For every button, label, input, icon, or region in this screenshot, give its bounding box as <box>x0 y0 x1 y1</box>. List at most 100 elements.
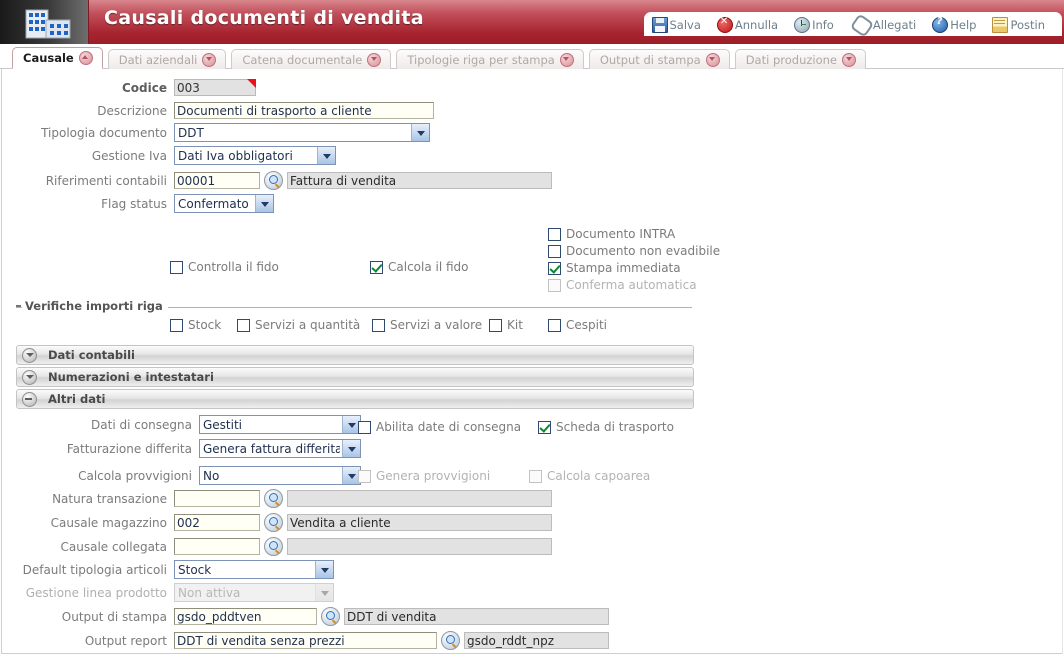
checkbox-documento-non-evadibile[interactable]: Documento non evadibile <box>548 244 720 258</box>
codice-input[interactable] <box>174 79 256 96</box>
checkbox-scheda-di-trasporto[interactable]: Scheda di trasporto <box>538 420 674 434</box>
magnifier-icon[interactable] <box>441 631 460 650</box>
gestione-iva-wrapper: Dati Iva obbligatori <box>174 146 336 165</box>
magnifier-icon[interactable] <box>264 171 283 190</box>
section-header-dati-contabili[interactable]: Dati contabili <box>16 345 694 365</box>
natura-transazione-description <box>287 490 552 507</box>
checkbox-stampa-immediata[interactable]: Stampa immediata <box>548 261 681 275</box>
magnifier-icon[interactable] <box>264 513 283 532</box>
checkbox-verifica-cespiti[interactable]: Cespiti <box>548 318 607 332</box>
label-fatturazione-differita: Fatturazione differita <box>66 441 192 456</box>
calcola-provvigioni-wrapper: No <box>199 466 361 485</box>
gestione-iva-select[interactable]: Dati Iva obbligatori <box>174 146 336 165</box>
field-row-gestione-iva: Gestione Iva Dati Iva obbligatori <box>2 145 336 166</box>
tab-bar: Causale Dati aziendali Catena documental… <box>0 44 1064 69</box>
checkbox-label-calcola-capoarea: Calcola capoarea <box>547 469 651 483</box>
causale-magazzino-description <box>287 514 552 531</box>
checkbox-label-conferma-automatica: Conferma automatica <box>566 278 697 292</box>
label-gestione-linea-prodotto: Gestione linea prodotto <box>25 585 167 600</box>
checkbox-abilita-date-di-consegna[interactable]: Abilita date di consegna <box>358 420 521 434</box>
tab-catena-documentale[interactable]: Catena documentale <box>231 49 392 69</box>
chevron-down-icon <box>22 347 37 363</box>
checkbox-box <box>548 244 561 258</box>
causale-collegata-description <box>287 538 552 555</box>
tab-tipologie-riga-per-stampa[interactable]: Tipologie riga per stampa <box>396 49 584 69</box>
toolbar-label-help: Help <box>950 18 977 32</box>
checkbox-label-servizi-a-quantita: Servizi a quantità <box>255 318 361 332</box>
toolbar-button-salva[interactable]: Salva <box>651 17 708 33</box>
field-row-dati-di-consegna: Dati di consegna Gestiti <box>2 414 361 435</box>
causale-collegata-code-input[interactable] <box>174 538 260 555</box>
label-riferimenti-contabili: Riferimenti contabili <box>45 173 167 188</box>
chevron-up-icon <box>78 51 93 65</box>
field-row-riferimenti-contabili: Riferimenti contabili <box>2 170 552 191</box>
default-tipologia-wrapper: Stock <box>174 560 334 579</box>
tab-dati-produzione[interactable]: Dati produzione <box>734 49 866 69</box>
field-row-causale-magazzino: Causale magazzino <box>2 512 552 533</box>
toolbar-button-info[interactable]: Info <box>794 17 841 33</box>
magnifier-icon[interactable] <box>264 537 283 556</box>
magnifier-icon[interactable] <box>321 607 340 626</box>
natura-transazione-code-input[interactable] <box>174 490 260 507</box>
calcola-provvigioni-select[interactable]: No <box>199 466 361 485</box>
checkbox-box <box>358 420 371 434</box>
tab-causale[interactable]: Causale <box>12 47 103 69</box>
collapse-minus-icon[interactable] <box>16 305 21 307</box>
checkbox-calcola-capoarea: Calcola capoarea <box>529 469 650 483</box>
output-di-stampa-code-input[interactable] <box>174 608 317 625</box>
label-output-di-stampa: Output di stampa <box>61 609 167 624</box>
gestione-linea-wrapper: Non attiva <box>174 583 334 602</box>
checkbox-verifica-kit[interactable]: Kit <box>489 318 523 332</box>
dati-di-consegna-select[interactable]: Gestiti <box>199 415 361 434</box>
tipologia-documento-select[interactable]: DDT <box>174 123 430 142</box>
output-report-code-input[interactable] <box>174 632 437 649</box>
checkbox-calcola-il-fido[interactable]: Calcola il fido <box>370 260 469 274</box>
checkbox-label-genera-provvigioni: Genera provvigioni <box>376 469 491 483</box>
tab-label-dati-produzione: Dati produzione <box>745 52 837 67</box>
checkbox-box <box>170 260 183 274</box>
field-row-descrizione: Descrizione <box>2 100 434 121</box>
flag-status-select[interactable]: Confermato <box>174 194 274 213</box>
toolbar-label-salva: Salva <box>669 18 701 32</box>
red-cancel-icon <box>716 16 733 33</box>
toolbar-button-allegati[interactable]: Allegati <box>849 12 923 38</box>
chevron-down-icon <box>202 52 217 67</box>
checkbox-verifica-stock[interactable]: Stock <box>170 318 221 332</box>
checkbox-box <box>529 469 542 483</box>
checkbox-box <box>548 227 561 241</box>
tab-output-di-stampa[interactable]: Output di stampa <box>588 49 730 69</box>
fatturazione-differita-select[interactable]: Genera fattura differita <box>199 439 361 458</box>
section-header-altri-dati[interactable]: Altri dati <box>16 389 694 409</box>
checkbox-verifica-servizi-a-valore[interactable]: Servizi a valore <box>372 318 482 332</box>
default-tipologia-select[interactable]: Stock <box>174 560 334 579</box>
checkbox-verifica-servizi-a-quantita[interactable]: Servizi a quantità <box>237 318 360 332</box>
field-row-tipologia-documento: Tipologia documento DDT <box>2 122 430 143</box>
checkbox-label-documento-intra: Documento INTRA <box>566 227 676 241</box>
toolbar-label-allegati: Allegati <box>872 18 917 32</box>
riferimenti-contabili-code-input[interactable] <box>174 172 260 189</box>
label-flag-status: Flag status <box>101 196 167 211</box>
checkbox-box <box>538 420 551 434</box>
label-descrizione: Descrizione <box>97 103 167 118</box>
info-clock-icon <box>794 17 811 33</box>
checkbox-documento-intra[interactable]: Documento INTRA <box>548 227 675 241</box>
checkbox-genera-provvigioni: Genera provvigioni <box>358 469 490 483</box>
field-row-output-report: Output report <box>2 630 609 651</box>
checkbox-box <box>170 318 183 332</box>
checkbox-controlla-il-fido[interactable]: Controlla il fido <box>170 260 279 274</box>
section-header-numerazioni-e-intestatari[interactable]: Numerazioni e intestatari <box>16 367 694 387</box>
descrizione-input[interactable] <box>174 102 434 119</box>
causale-magazzino-code-input[interactable] <box>174 514 260 531</box>
chevron-down-icon <box>22 369 37 385</box>
checkbox-box <box>372 318 385 332</box>
toolbar-button-annulla[interactable]: Annulla <box>716 16 785 33</box>
checkbox-label-kit: Kit <box>507 318 523 332</box>
toolbar-button-help[interactable]: Help <box>932 16 983 33</box>
toolbar-button-postin[interactable]: Postin <box>992 17 1052 33</box>
field-row-causale-collegata: Causale collegata <box>2 536 552 557</box>
tab-label-dati-aziendali: Dati aziendali <box>118 52 198 67</box>
riferimenti-contabili-description <box>287 172 552 189</box>
tab-dati-aziendali[interactable]: Dati aziendali <box>107 49 227 69</box>
toolbar-label-annulla: Annulla <box>734 18 779 32</box>
magnifier-icon[interactable] <box>264 489 283 508</box>
